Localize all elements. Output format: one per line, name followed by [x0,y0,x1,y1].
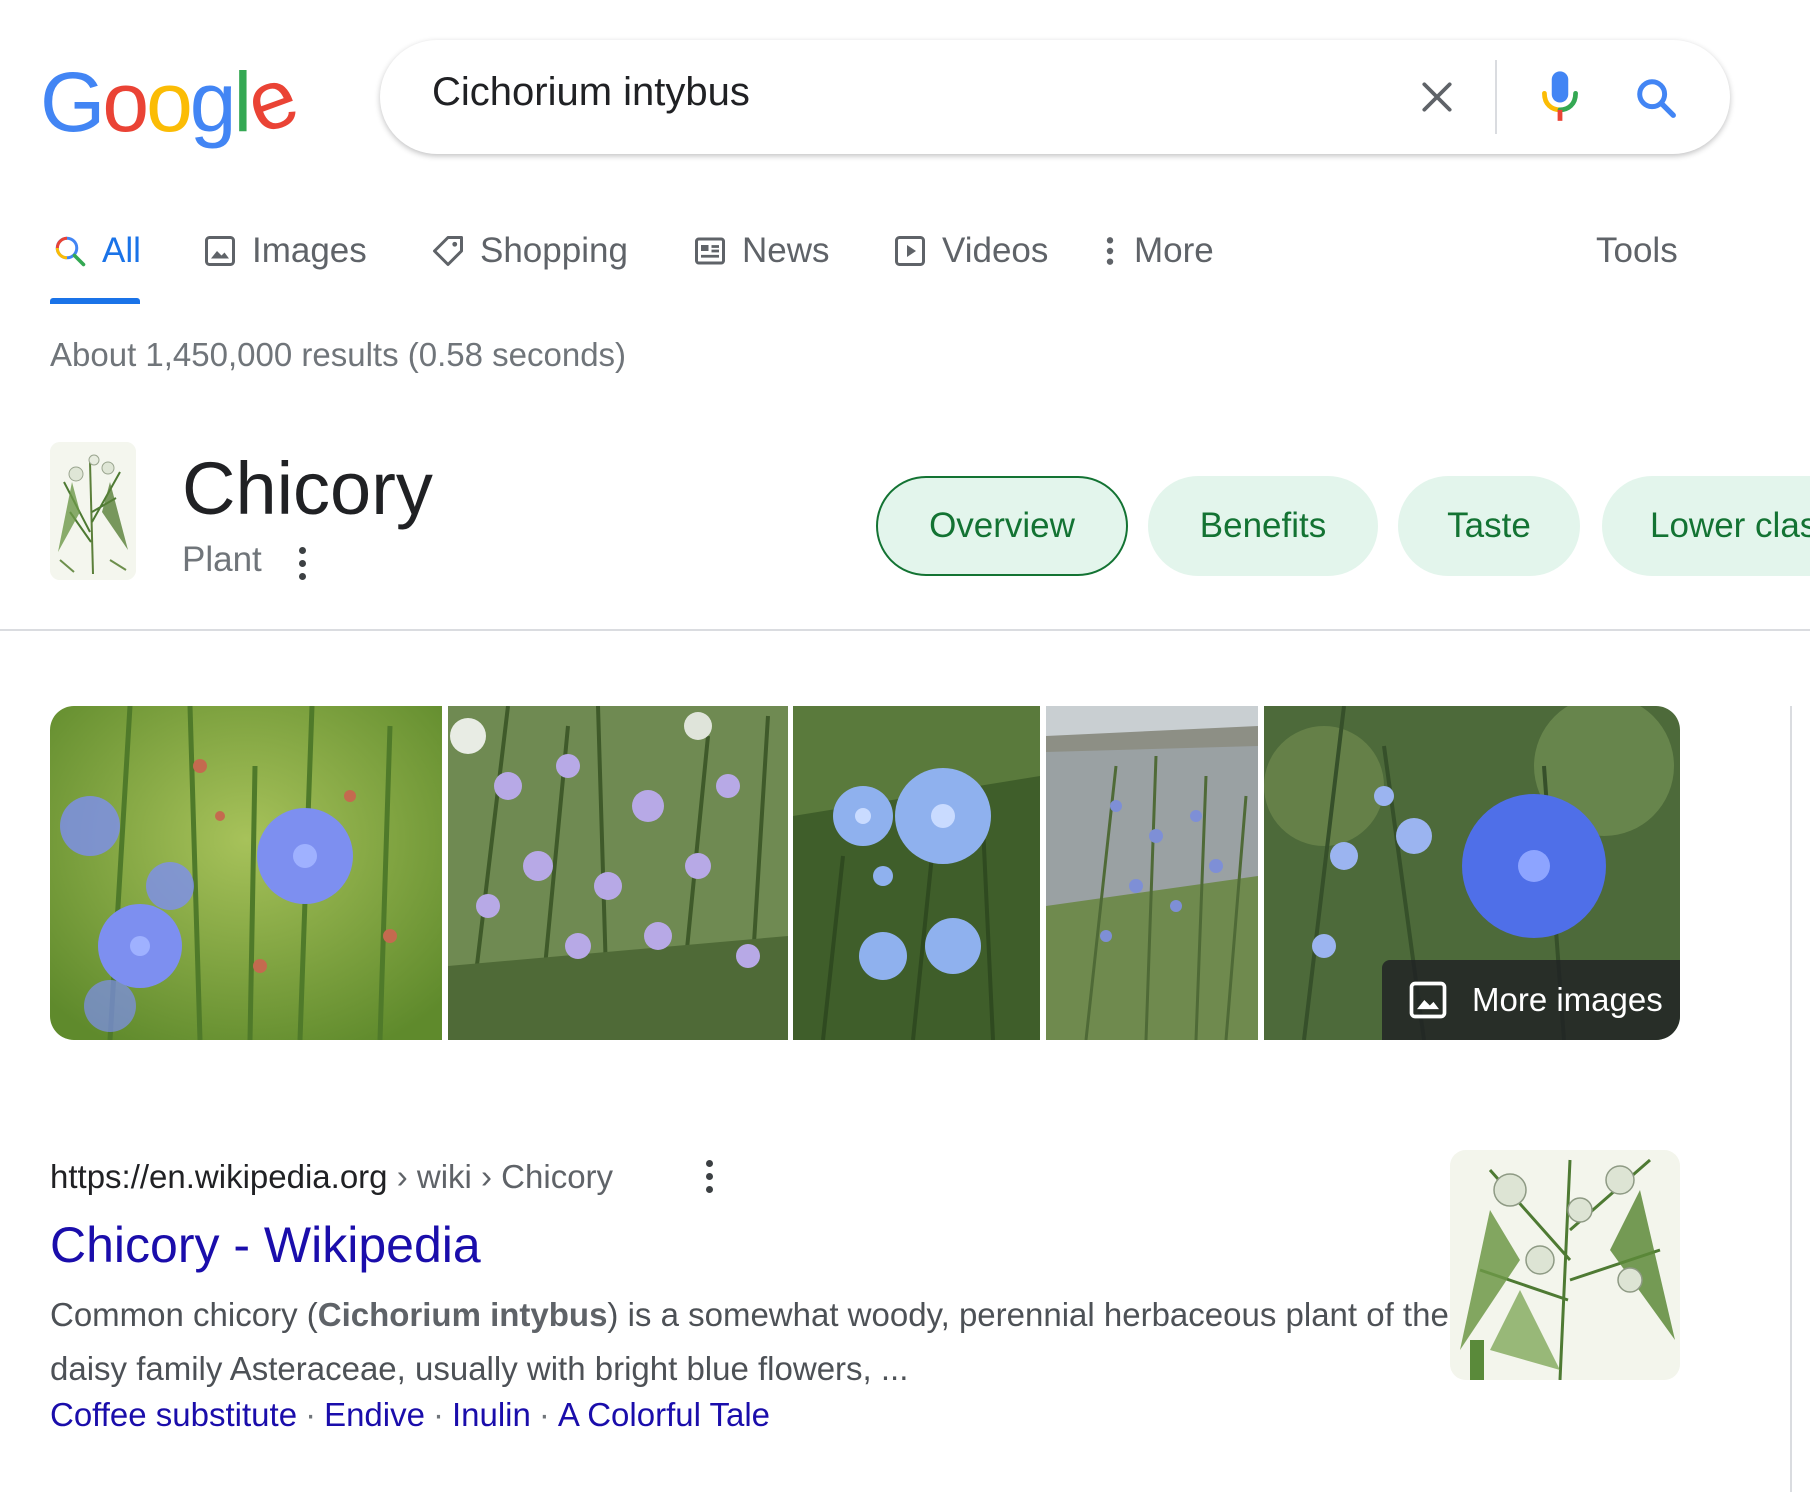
snippet-text: Common chicory ( [50,1296,318,1333]
newspaper-icon [690,231,730,271]
tab-label: More [1134,231,1214,270]
tab-label: Videos [942,231,1049,270]
sitelink-inulin[interactable]: Inulin [452,1396,531,1433]
more-images-button[interactable]: More images [1382,960,1680,1040]
knowledge-panel-menu-button[interactable] [290,543,314,583]
tools-button[interactable]: Tools [1596,225,1678,277]
tag-icon [428,231,468,271]
tab-news[interactable]: News [690,225,830,277]
chip-taste[interactable]: Taste [1398,476,1580,576]
sitelink-a-colorful-tale[interactable]: A Colorful Tale [558,1396,770,1433]
more-vert-icon [1100,231,1120,271]
logo-letter: G [40,55,105,149]
logo-letter: o [102,55,149,149]
active-tab-indicator [50,298,140,304]
voice-search-button[interactable] [1532,66,1588,128]
sitelink-endive[interactable]: Endive [324,1396,425,1433]
knowledge-panel-title: Chicory [182,447,433,530]
chicory-photo-image [793,706,1040,1040]
tab-label: Shopping [480,231,628,270]
logo-letter: o [146,55,193,149]
chicory-illustration-image [1450,1150,1680,1380]
more-vert-icon-dot [298,572,306,580]
more-vert-icon-dot [705,1172,713,1180]
image-icon [200,231,240,271]
tab-label: All [102,231,141,270]
sitelink-coffee-substitute[interactable]: Coffee substitute [50,1396,297,1433]
more-vert-icon [298,546,306,554]
result-domain: https://en.wikipedia.org [50,1158,388,1195]
sitelink-separator: · [432,1396,444,1433]
more-images-label: More images [1472,981,1663,1018]
tab-images[interactable]: Images [200,225,367,277]
more-vert-icon-dot [705,1185,713,1193]
snippet-highlight: Cichorium intybus [317,1296,608,1333]
sitelink-separator: · [538,1396,550,1433]
result-menu-button[interactable] [697,1156,721,1196]
search-tabs: All Images Shopping News Videos More Too… [0,225,1810,305]
result-snippet: Common chicory (Cichorium intybus) is a … [50,1288,1450,1396]
chicory-illustration-image [50,442,136,580]
result-thumbnail[interactable] [1450,1150,1680,1380]
search-icon [50,231,90,271]
search-box-divider [1495,60,1497,134]
chicory-photo-image [50,706,442,1040]
tab-more[interactable]: More [1100,225,1214,277]
image-icon [1406,978,1450,1022]
image-gallery: More images [50,706,1680,1040]
logo-letter: g [189,55,237,149]
gallery-image-1[interactable] [50,706,442,1040]
right-column-divider [1790,706,1792,1492]
chicory-photo-image [448,706,788,1040]
tab-all[interactable]: All [50,225,141,277]
close-icon [1422,82,1452,112]
knowledge-panel-subtitle: Plant [182,540,262,579]
search-input[interactable]: Cichorium intybus [432,70,750,115]
tab-videos[interactable]: Videos [890,225,1048,277]
section-divider [0,629,1810,631]
tab-shopping[interactable]: Shopping [428,225,628,277]
chip-overview[interactable]: Overview [876,476,1128,576]
more-vert-icon-dot [298,559,306,567]
gallery-image-3[interactable] [793,706,1040,1040]
result-url[interactable]: https://en.wikipedia.org › wiki › Chicor… [50,1158,613,1196]
google-logo[interactable]: G o o g l e [40,48,307,151]
more-vert-icon [705,1159,713,1167]
play-icon [890,231,930,271]
knowledge-panel-thumbnail[interactable] [50,442,136,580]
gallery-image-4[interactable] [1046,706,1258,1040]
search-icon [1637,79,1676,118]
sitelink-separator: · [305,1396,317,1433]
result-sitelinks: Coffee substitute · Endive · Inulin · A Colorf… [50,1396,770,1434]
result-stats: About 1,450,000 results (0.58 seconds) [50,336,627,373]
chip-lower-classifications[interactable]: Lower clas [1602,476,1810,576]
result-breadcrumb: › wiki › Chicory [387,1158,614,1195]
clear-button[interactable] [1412,72,1462,122]
chicory-photo-image [1046,706,1258,1040]
chip-benefits[interactable]: Benefits [1148,476,1378,576]
tab-label: News [742,231,830,270]
tab-label: Images [252,231,367,270]
search-button[interactable] [1628,70,1684,126]
microphone-icon [1542,71,1578,121]
gallery-image-2[interactable] [448,706,788,1040]
result-title-link[interactable]: Chicory - Wikipedia [50,1216,481,1274]
search-box[interactable]: Cichorium intybus [380,40,1730,154]
chip-label: Lower clas [1650,506,1810,545]
